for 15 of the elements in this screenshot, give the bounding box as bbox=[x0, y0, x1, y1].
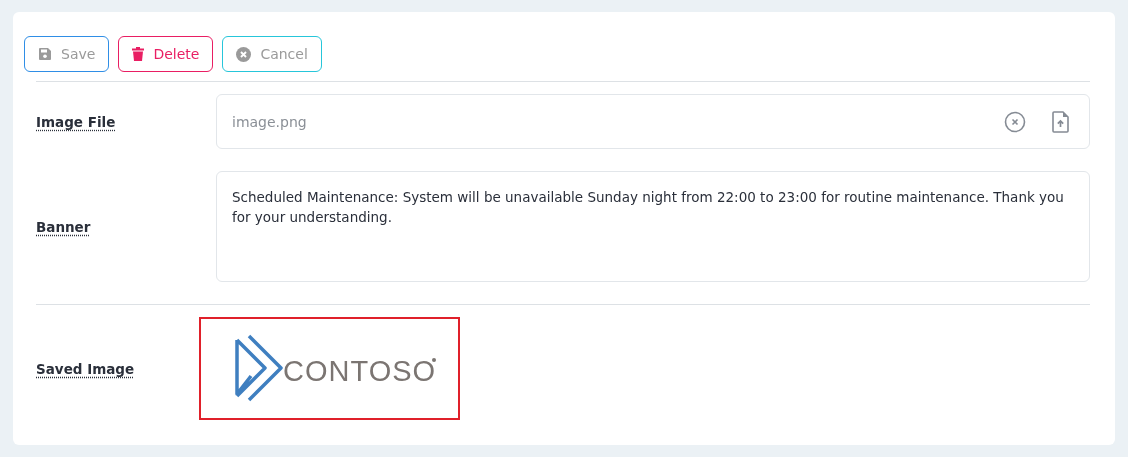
save-button[interactable]: Save bbox=[24, 36, 110, 72]
close-circle-icon bbox=[236, 46, 252, 62]
clear-icon[interactable] bbox=[1004, 110, 1026, 133]
file-name-text: image.png bbox=[232, 113, 308, 130]
file-upload-icon[interactable] bbox=[1052, 110, 1069, 133]
field-label: Saved Image bbox=[36, 360, 135, 377]
field-label: Image File bbox=[36, 113, 116, 130]
trash-icon bbox=[132, 47, 145, 61]
field-label: Banner bbox=[36, 218, 91, 235]
file-input-field[interactable]: image.png bbox=[216, 94, 1090, 149]
cancel-button[interactable]: Cancel bbox=[222, 36, 322, 72]
contoso-logo: CONTOSO bbox=[235, 333, 438, 404]
save-icon bbox=[38, 47, 52, 61]
delete-button[interactable]: Delete bbox=[118, 36, 214, 72]
banner-text-area[interactable]: Scheduled Maintenance: System will be unavailable Sunday night from 22:00 to 23:00 for routine maintenance. Thank you for your understanding. bbox=[216, 171, 1090, 282]
